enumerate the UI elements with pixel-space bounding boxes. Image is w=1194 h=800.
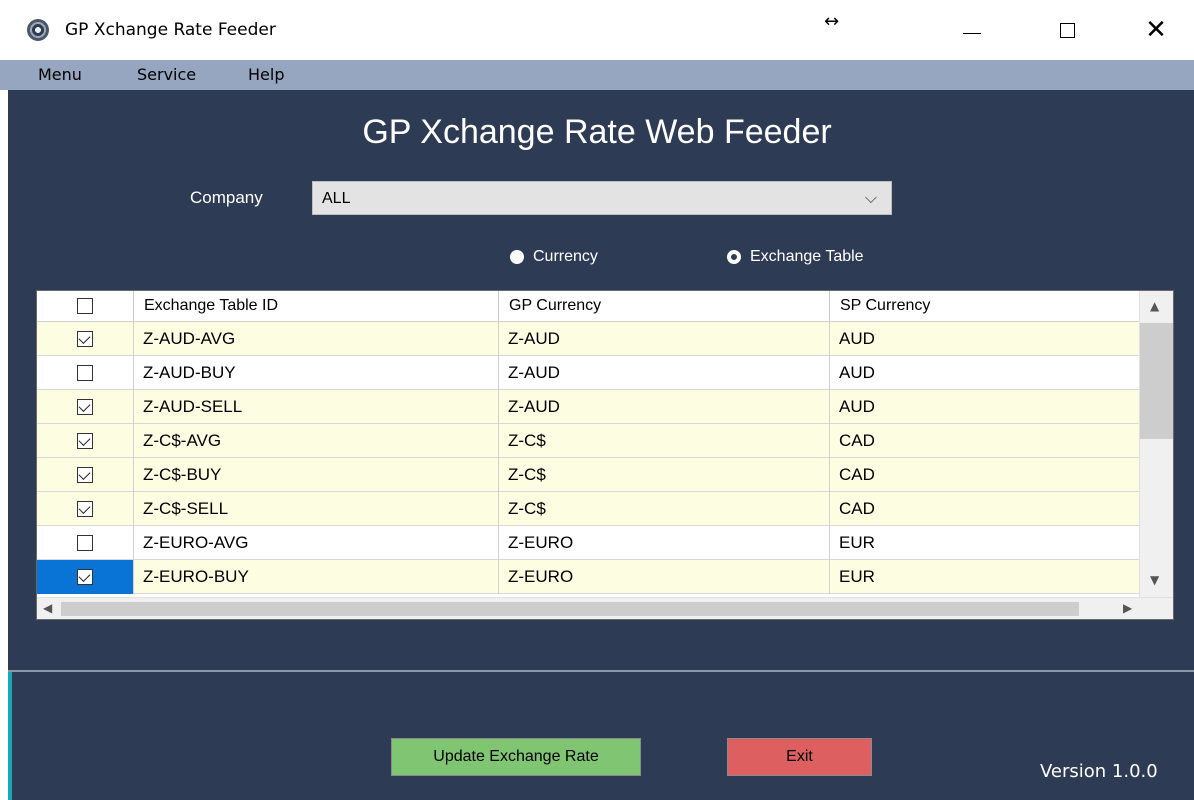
row-check-cell bbox=[37, 458, 134, 492]
menu-item-help[interactable]: Help bbox=[248, 65, 284, 85]
table-row[interactable]: Z-C$-AVG Z-C$ CAD bbox=[37, 424, 1139, 458]
cell-sp-currency[interactable]: AUD bbox=[830, 322, 1139, 356]
minimize-button[interactable] bbox=[952, 12, 992, 48]
exit-button[interactable]: Exit bbox=[727, 738, 872, 776]
cell-gp-currency[interactable]: Z-EURO bbox=[499, 526, 830, 560]
cell-gp-currency[interactable]: Z-AUD bbox=[499, 390, 830, 424]
table-row[interactable]: Z-C$-BUY Z-C$ CAD bbox=[37, 458, 1139, 492]
company-value: ALL bbox=[322, 190, 351, 207]
row-checkbox[interactable] bbox=[77, 569, 93, 585]
radio-selected-icon bbox=[727, 250, 741, 264]
row-checkbox[interactable] bbox=[77, 331, 93, 347]
company-label: Company bbox=[190, 188, 263, 207]
cell-gp-currency[interactable]: Z-AUD bbox=[499, 322, 830, 356]
window-title: GP Xchange Rate Feeder bbox=[65, 20, 276, 40]
row-check-cell bbox=[37, 526, 134, 560]
row-checkbox[interactable] bbox=[77, 433, 93, 449]
minimize-icon bbox=[963, 32, 981, 34]
horizontal-scroll-thumb[interactable] bbox=[61, 602, 1079, 616]
exchange-table-grid[interactable]: Exchange Table ID GP Currency SP Currenc… bbox=[36, 290, 1174, 620]
cell-exchange-table-id[interactable]: Z-C$-AVG bbox=[134, 424, 499, 458]
maximize-button[interactable] bbox=[1047, 12, 1087, 48]
column-header-gp-currency[interactable]: GP Currency bbox=[499, 291, 830, 321]
cell-gp-currency[interactable]: Z-C$ bbox=[499, 492, 830, 526]
vertical-scrollbar[interactable]: ▲ ▼ bbox=[1139, 291, 1173, 597]
row-checkbox[interactable] bbox=[77, 365, 93, 381]
cell-sp-currency[interactable]: CAD bbox=[830, 492, 1139, 526]
radio-currency[interactable]: Currency bbox=[510, 247, 598, 267]
scroll-down-icon[interactable]: ▼ bbox=[1150, 573, 1159, 587]
scroll-left-icon[interactable]: ◀ bbox=[43, 601, 52, 615]
row-check-cell bbox=[37, 322, 134, 356]
cell-sp-currency[interactable]: AUD bbox=[830, 390, 1139, 424]
radio-currency-label: Currency bbox=[533, 248, 598, 265]
company-dropdown[interactable]: ALL ⌵ bbox=[312, 181, 892, 215]
close-icon: ✕ bbox=[1145, 15, 1167, 45]
radio-exchange-table[interactable]: Exchange Table bbox=[727, 247, 864, 267]
scroll-right-icon[interactable]: ▶ bbox=[1123, 601, 1132, 615]
row-checkbox[interactable] bbox=[77, 399, 93, 415]
table-row[interactable]: Z-AUD-SELL Z-AUD AUD bbox=[37, 390, 1139, 424]
row-checkbox[interactable] bbox=[77, 467, 93, 483]
row-check-cell bbox=[37, 492, 134, 526]
radio-exchange-table-label: Exchange Table bbox=[750, 248, 864, 265]
column-header-sp-currency[interactable]: SP Currency bbox=[830, 291, 1139, 321]
cell-sp-currency[interactable]: CAD bbox=[830, 424, 1139, 458]
cell-exchange-table-id[interactable]: Z-EURO-AVG bbox=[134, 526, 499, 560]
cell-gp-currency[interactable]: Z-AUD bbox=[499, 356, 830, 390]
header-check-cell bbox=[37, 291, 134, 321]
chevron-down-icon: ⌵ bbox=[864, 188, 877, 207]
disc-icon bbox=[27, 19, 49, 41]
cell-sp-currency[interactable]: EUR bbox=[830, 526, 1139, 560]
row-checkbox[interactable] bbox=[77, 501, 93, 517]
table-row[interactable]: Z-AUD-BUY Z-AUD AUD bbox=[37, 356, 1139, 390]
row-check-cell bbox=[37, 356, 134, 390]
page-title: GP Xchange Rate Web Feeder bbox=[362, 113, 832, 151]
vertical-scroll-thumb[interactable] bbox=[1140, 323, 1173, 439]
footer-accent-edge bbox=[8, 672, 12, 800]
row-check-cell bbox=[37, 390, 134, 424]
cell-gp-currency[interactable]: Z-C$ bbox=[499, 458, 830, 492]
cell-sp-currency[interactable]: AUD bbox=[830, 356, 1139, 390]
radio-circle-icon bbox=[510, 250, 524, 264]
row-check-cell bbox=[37, 424, 134, 458]
grid-header: Exchange Table ID GP Currency SP Currenc… bbox=[37, 291, 1139, 322]
cell-exchange-table-id[interactable]: Z-EURO-BUY bbox=[134, 560, 499, 594]
table-row[interactable]: Z-AUD-AVG Z-AUD AUD bbox=[37, 322, 1139, 356]
cell-exchange-table-id[interactable]: Z-C$-SELL bbox=[134, 492, 499, 526]
cell-gp-currency[interactable]: Z-EURO bbox=[499, 560, 830, 594]
close-button[interactable]: ✕ bbox=[1136, 12, 1176, 48]
horizontal-scrollbar[interactable]: ◀ ▶ bbox=[37, 597, 1173, 619]
cell-exchange-table-id[interactable]: Z-AUD-BUY bbox=[134, 356, 499, 390]
menu-item-service[interactable]: Service bbox=[137, 65, 196, 85]
select-all-checkbox[interactable] bbox=[77, 298, 93, 314]
cell-exchange-table-id[interactable]: Z-AUD-SELL bbox=[134, 390, 499, 424]
table-row[interactable]: Z-C$-SELL Z-C$ CAD bbox=[37, 492, 1139, 526]
cell-sp-currency[interactable]: EUR bbox=[830, 560, 1139, 594]
scroll-up-icon[interactable]: ▲ bbox=[1150, 299, 1159, 313]
cell-sp-currency[interactable]: CAD bbox=[830, 458, 1139, 492]
table-row[interactable]: Z-EURO-AVG Z-EURO EUR bbox=[37, 526, 1139, 560]
title-bar: GP Xchange Rate Feeder ↔ ✕ bbox=[0, 0, 1194, 61]
row-check-cell bbox=[37, 560, 134, 594]
cell-gp-currency[interactable]: Z-C$ bbox=[499, 424, 830, 458]
cell-exchange-table-id[interactable]: Z-C$-BUY bbox=[134, 458, 499, 492]
update-exchange-rate-button[interactable]: Update Exchange Rate bbox=[391, 738, 641, 776]
resize-arrows-icon: ↔ bbox=[824, 11, 840, 32]
cell-exchange-table-id[interactable]: Z-AUD-AVG bbox=[134, 322, 499, 356]
row-checkbox[interactable] bbox=[77, 535, 93, 551]
table-row[interactable]: Z-EURO-BUY Z-EURO EUR bbox=[37, 560, 1139, 594]
menu-bar: Menu Service Help bbox=[0, 60, 1194, 90]
menu-item-menu[interactable]: Menu bbox=[38, 65, 82, 85]
footer-panel bbox=[8, 672, 1194, 800]
maximize-icon bbox=[1059, 22, 1075, 38]
column-header-exchange-table-id[interactable]: Exchange Table ID bbox=[134, 291, 499, 321]
version-label: Version 1.0.0 bbox=[1040, 761, 1158, 782]
